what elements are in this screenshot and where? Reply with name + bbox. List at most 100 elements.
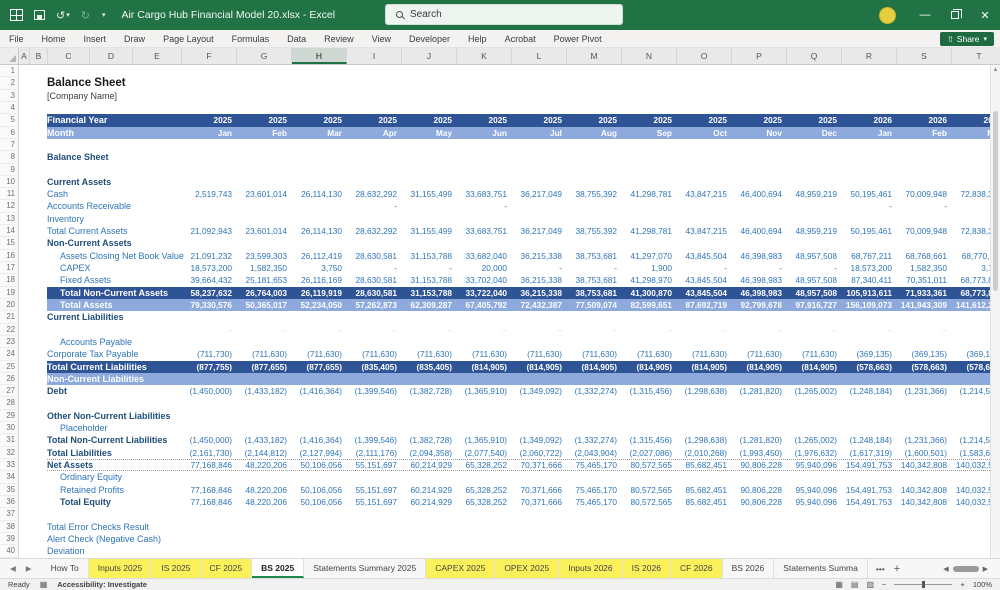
value-cell[interactable]: 95,940,096 [787, 459, 842, 471]
row-number-30[interactable]: 30 [0, 422, 19, 435]
value-cell[interactable]: (2,094,358) [402, 447, 457, 459]
empty-label[interactable] [19, 164, 182, 176]
value-cell[interactable]: 68,767,211 [842, 250, 897, 262]
sheet-tab-statements-summa[interactable]: Statements Summa [774, 559, 868, 578]
value-cell[interactable]: 31,155,499 [402, 188, 457, 200]
row-number-29[interactable]: 29 [0, 409, 19, 423]
value-cell[interactable]: 70,371,666 [512, 484, 567, 496]
value-cell[interactable]: (578,663) [897, 361, 952, 373]
value-cell[interactable]: 36,215,338 [512, 274, 567, 286]
value-cell[interactable]: 36,217,049 [512, 225, 567, 237]
value-cell[interactable]: - [402, 262, 457, 274]
value-cell[interactable]: – [842, 324, 897, 336]
value-cell[interactable]: 3,750 [292, 262, 347, 274]
value-cell[interactable]: 28,630,581 [347, 274, 402, 286]
value-cell[interactable]: - [567, 262, 622, 274]
value-cell[interactable]: 38,755,392 [567, 225, 622, 237]
value-cell[interactable]: 67,405,792 [457, 299, 512, 311]
value-cell[interactable]: (1,248,184) [842, 385, 897, 397]
value-cell[interactable]: 2025 [677, 114, 732, 126]
value-cell[interactable]: 82,599,651 [622, 299, 677, 311]
zoom-level[interactable]: 100% [973, 580, 992, 589]
row-number-14[interactable]: 14 [0, 225, 19, 238]
value-cell[interactable]: (814,905) [677, 361, 732, 373]
row-label[interactable]: CAPEX [19, 262, 182, 274]
value-cell[interactable]: (369,135) [842, 348, 897, 360]
value-cell[interactable]: 75,465,170 [567, 484, 622, 496]
row-label[interactable]: Ordinary Equity [19, 471, 182, 483]
zoom-slider[interactable] [894, 581, 953, 588]
sheet-nav-left-icon[interactable]: ◀ [10, 564, 16, 573]
customize-qat-icon[interactable]: ▾ [101, 11, 106, 19]
value-cell[interactable]: – [347, 324, 402, 336]
row-number-18[interactable]: 18 [0, 274, 19, 287]
ribbon-tab-review[interactable]: Review [315, 30, 363, 48]
value-cell[interactable]: (1,265,002) [787, 385, 842, 397]
row-number-9[interactable]: 9 [0, 163, 19, 176]
value-cell[interactable]: 50,106,056 [292, 459, 347, 471]
row-number-5[interactable]: 5 [0, 114, 19, 127]
value-cell[interactable]: 85,682,451 [677, 484, 732, 496]
value-cell[interactable]: 2025 [347, 114, 402, 126]
row-label[interactable]: Current Liabilities [19, 311, 182, 323]
value-cell[interactable]: (711,630) [732, 348, 787, 360]
value-cell[interactable]: (578,663) [842, 361, 897, 373]
row-number-38[interactable]: 38 [0, 520, 19, 533]
value-cell[interactable]: 23,601,014 [237, 225, 292, 237]
normal-view-icon[interactable]: ▦ [835, 580, 843, 589]
column-header-G[interactable]: G [237, 48, 292, 64]
value-cell[interactable]: 92,799,678 [732, 299, 787, 311]
row-number-26[interactable]: 26 [0, 372, 19, 386]
value-cell[interactable]: 38,755,392 [567, 188, 622, 200]
value-cell[interactable]: (1,617,319) [842, 447, 897, 459]
value-cell[interactable]: - [897, 200, 952, 212]
value-cell[interactable]: 46,398,983 [732, 274, 787, 286]
value-cell[interactable]: 48,957,508 [787, 250, 842, 262]
column-header-Q[interactable]: Q [787, 48, 842, 64]
sheet-tab-inputs-2025[interactable]: Inputs 2025 [88, 559, 153, 578]
value-cell[interactable]: 154,491,753 [842, 459, 897, 471]
value-cell[interactable]: - [677, 262, 732, 274]
row-number-2[interactable]: 2 [0, 77, 19, 90]
value-cell[interactable] [567, 200, 622, 212]
value-cell[interactable]: (1,976,632) [787, 447, 842, 459]
value-cell[interactable]: (1,349,092) [512, 434, 567, 446]
empty-label[interactable] [19, 397, 182, 409]
ribbon-tab-draw[interactable]: Draw [115, 30, 154, 48]
sheet-tab-cf-2026[interactable]: CF 2026 [670, 559, 723, 578]
row-label[interactable]: Deviation [19, 545, 182, 557]
value-cell[interactable]: 26,114,130 [292, 188, 347, 200]
value-cell[interactable]: 70,371,666 [512, 459, 567, 471]
value-cell[interactable]: (1,399,546) [347, 385, 402, 397]
value-cell[interactable]: Feb [237, 127, 292, 139]
value-cell[interactable]: (1,382,728) [402, 434, 457, 446]
value-cell[interactable]: 2025 [457, 114, 512, 126]
value-cell[interactable]: 2,519,743 [182, 188, 237, 200]
sheet-tab-is-2026[interactable]: IS 2026 [622, 559, 671, 578]
row-label[interactable]: Other Non-Current Liabilities [19, 410, 182, 422]
row-number-7[interactable]: 7 [0, 138, 19, 152]
value-cell[interactable]: 48,957,508 [787, 274, 842, 286]
value-cell[interactable]: 90,806,228 [732, 459, 787, 471]
value-cell[interactable]: 65,328,252 [457, 459, 512, 471]
column-header-J[interactable]: J [402, 48, 457, 64]
horizontal-scrollbar[interactable]: ◀ ▶ [943, 559, 1000, 578]
value-cell[interactable]: (835,405) [402, 361, 457, 373]
row-number-32[interactable]: 32 [0, 446, 19, 459]
value-cell[interactable]: Feb [897, 127, 952, 139]
row-number-39[interactable]: 39 [0, 532, 19, 546]
value-cell[interactable]: (711,630) [512, 348, 567, 360]
sheet-tab-opex-2025[interactable]: OPEX 2025 [495, 559, 560, 578]
value-cell[interactable]: 26,112,419 [292, 250, 347, 262]
sheet-tab-statements-summary-2025[interactable]: Statements Summary 2025 [304, 559, 427, 578]
value-cell[interactable]: (711,630) [567, 348, 622, 360]
value-cell[interactable]: – [237, 324, 292, 336]
row-number-17[interactable]: 17 [0, 262, 19, 275]
row-number-24[interactable]: 24 [0, 348, 19, 361]
value-cell[interactable]: 2025 [622, 114, 677, 126]
value-cell[interactable]: 41,298,781 [622, 225, 677, 237]
empty-label[interactable] [19, 508, 182, 520]
value-cell[interactable]: 1,582,350 [897, 262, 952, 274]
value-cell[interactable]: 43,845,504 [677, 274, 732, 286]
column-header-D[interactable]: D [90, 48, 133, 64]
